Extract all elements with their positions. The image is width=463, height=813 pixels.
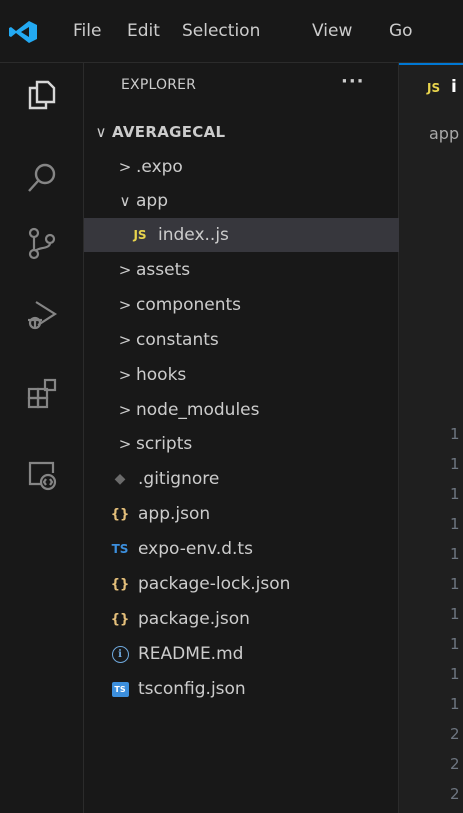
tree-item-label: constants	[136, 330, 219, 350]
tree-item-label: expo-env.d.ts	[138, 539, 253, 559]
menu-selection[interactable]: Selection	[182, 21, 260, 41]
run-debug-icon[interactable]	[14, 295, 70, 335]
line-number: 1	[450, 425, 460, 443]
tree-item-label: hooks	[136, 365, 187, 385]
tree-file-package-lock[interactable]: {} package-lock.json	[84, 567, 421, 601]
search-icon[interactable]	[14, 158, 70, 198]
tree-folder-constants[interactable]: > constants	[84, 323, 427, 357]
chevron-right-icon: >	[118, 331, 132, 349]
tree-file-expo-env[interactable]: TS expo-env.d.ts	[84, 532, 421, 566]
javascript-tab-icon: JS	[427, 81, 441, 95]
menu-go[interactable]: Go	[389, 21, 413, 41]
tree-item-label: README.md	[138, 644, 244, 664]
tree-folder-app[interactable]: ∨ app	[84, 184, 427, 218]
tree-item-label: assets	[136, 260, 191, 280]
menu-view[interactable]: View	[312, 21, 352, 41]
menu-file[interactable]: File	[73, 21, 101, 41]
tree-folder-hooks[interactable]: > hooks	[84, 358, 427, 392]
chevron-right-icon: >	[118, 366, 132, 384]
info-badge: i	[111, 645, 129, 663]
info-file-icon: i	[108, 645, 132, 663]
tree-item-label: components	[136, 295, 242, 315]
json-file-icon: {}	[110, 611, 130, 627]
chevron-right-icon: >	[118, 261, 132, 279]
tree-item-label: scripts	[136, 434, 193, 454]
tree-item-label: app	[136, 191, 168, 211]
tree-folder-node-modules[interactable]: > node_modules	[84, 393, 427, 427]
line-number: 1	[450, 455, 460, 473]
json-file-icon: {}	[110, 506, 130, 522]
tree-folder-components[interactable]: > components	[84, 288, 427, 322]
line-number: 1	[450, 485, 460, 503]
tsconfig-file-icon: TS	[108, 681, 132, 697]
vscode-logo-icon[interactable]	[8, 20, 38, 44]
line-number: 1	[450, 545, 460, 563]
line-number: 1	[450, 605, 460, 623]
source-control-icon[interactable]	[14, 223, 70, 263]
chevron-right-icon: >	[118, 435, 132, 453]
chevron-right-icon: >	[118, 296, 132, 314]
javascript-file-icon: JS	[133, 228, 147, 242]
tree-folder-scripts[interactable]: > scripts	[84, 427, 427, 461]
line-number: 2	[450, 755, 460, 773]
tree-item-label: package-lock.json	[138, 574, 291, 594]
line-number: 1	[450, 515, 460, 533]
chevron-down-icon: ∨	[95, 123, 107, 141]
breadcrumb[interactable]: app	[429, 124, 459, 143]
tree-folder-assets[interactable]: > assets	[84, 253, 427, 287]
line-number: 1	[450, 665, 460, 683]
line-number: 1	[450, 575, 460, 593]
chevron-right-icon: >	[118, 401, 132, 419]
tree-item-label: node_modules	[136, 400, 260, 420]
chevron-right-icon: >	[118, 158, 132, 176]
line-number: 2	[450, 725, 460, 743]
root-folder-label: AVERAGECAL	[112, 123, 226, 141]
line-number: 1	[450, 635, 460, 653]
tree-file-tsconfig[interactable]: TS tsconfig.json	[84, 672, 421, 706]
tree-item-label: index..js	[158, 225, 229, 245]
tree-item-label: .gitignore	[138, 469, 220, 489]
tree-item-label: .expo	[136, 157, 183, 177]
activity-bar	[0, 63, 84, 813]
tree-file-readme[interactable]: i README.md	[84, 637, 421, 671]
line-number: 2	[450, 785, 460, 803]
line-number: 1	[450, 695, 460, 713]
tree-file-index-js[interactable]: JS index..js	[84, 218, 441, 252]
editor-area: JS i app 1 1 1 1 1 1 1 1 1 1 2 2 2	[399, 63, 463, 813]
tree-item-label: tsconfig.json	[138, 679, 246, 699]
tree-item-label: app.json	[138, 504, 211, 524]
chevron-down-icon: ∨	[119, 192, 131, 210]
json-file-icon: {}	[110, 576, 130, 592]
explorer-title: EXPLORER	[121, 77, 197, 93]
git-file-icon: ◆	[114, 471, 126, 487]
tsconfig-badge: TS	[111, 681, 129, 697]
more-actions-icon[interactable]: ···	[341, 71, 365, 92]
remote-explorer-icon[interactable]	[14, 455, 70, 495]
tree-file-app-json[interactable]: {} app.json	[84, 497, 421, 531]
menu-bar: File Edit Selection View Go	[0, 0, 463, 63]
tree-file-package-json[interactable]: {} package.json	[84, 602, 421, 636]
explorer-icon[interactable]	[14, 75, 70, 115]
tree-file-gitignore[interactable]: ◆ .gitignore	[84, 462, 421, 496]
explorer-sidebar: EXPLORER ··· ∨ AVERAGECAL > .expo ∨ app …	[84, 63, 441, 813]
extensions-icon[interactable]	[14, 373, 70, 413]
typescript-file-icon: TS	[111, 542, 129, 556]
tree-root-averagecal[interactable]: ∨ AVERAGECAL	[84, 115, 403, 149]
tab-label: i	[451, 77, 457, 97]
editor-tab-index-js[interactable]: JS i	[399, 63, 463, 113]
tree-folder-expo[interactable]: > .expo	[84, 150, 427, 184]
menu-edit[interactable]: Edit	[127, 21, 160, 41]
tree-item-label: package.json	[138, 609, 250, 629]
